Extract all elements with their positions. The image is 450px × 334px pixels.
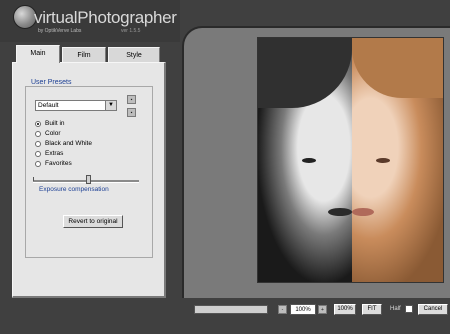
radio-label: Favorites [45,160,72,167]
user-presets-title: User Presets [29,79,74,86]
fit-button[interactable]: FIT [362,304,382,315]
revert-button[interactable]: Revert to original [63,215,123,228]
radio-dot[interactable] [35,160,41,167]
delete-preset-icon[interactable]: ▪ [127,108,136,117]
preset-select-value: Default [38,102,59,109]
app-version: ver 1.5.5 [121,28,141,34]
bottom-toolbar [182,298,450,334]
radio-black-and-white[interactable]: Black and White [35,139,92,148]
radio-color[interactable]: Color [35,129,61,138]
radio-dot[interactable] [35,140,41,147]
progress-bar [194,305,268,314]
half-label: Half [390,306,401,312]
image-detail [302,158,316,163]
zoom-field[interactable]: 100% [290,304,316,315]
radio-favorites[interactable]: Favorites [35,159,72,168]
exposure-label: Exposure compensation [39,186,109,193]
zoom-100-button[interactable]: 100% [334,304,356,315]
main-panel: User Presets Default ▼ ▪ ▪ Built in Colo… [12,62,166,298]
radio-label: Black and White [45,140,92,147]
radio-dot[interactable] [35,130,41,137]
radio-label: Built in [45,120,65,127]
app-subtitle: by OptikVerve Labs [38,28,82,34]
radio-label: Extras [45,150,64,157]
radio-extras[interactable]: Extras [35,149,63,158]
app-title: virtualPhotographer [34,8,177,27]
radio-dot[interactable] [35,120,41,127]
save-preset-icon[interactable]: ▪ [127,95,136,104]
radio-dot[interactable] [35,150,41,157]
tab-film[interactable]: Film [62,47,106,62]
image-detail [328,208,352,216]
exposure-slider-thumb[interactable] [85,175,91,184]
preview-image [257,37,444,283]
tab-main[interactable]: Main [16,45,60,63]
zoom-out-icon[interactable]: - [278,305,287,314]
cancel-button[interactable]: Cancel [418,304,448,315]
app-header: virtualPhotographer by OptikVerve Labs v… [0,0,180,42]
image-detail [376,158,390,163]
chevron-down-icon[interactable]: ▼ [105,101,116,110]
tab-style[interactable]: Style [108,47,160,62]
radio-label: Color [45,130,61,137]
zoom-in-icon[interactable]: + [318,305,327,314]
exposure-slider-tick [33,177,34,181]
radio-built-in[interactable]: Built in [35,119,65,128]
image-detail [352,208,374,216]
preset-select[interactable]: Default ▼ [35,100,117,111]
half-checkbox[interactable] [405,305,413,313]
